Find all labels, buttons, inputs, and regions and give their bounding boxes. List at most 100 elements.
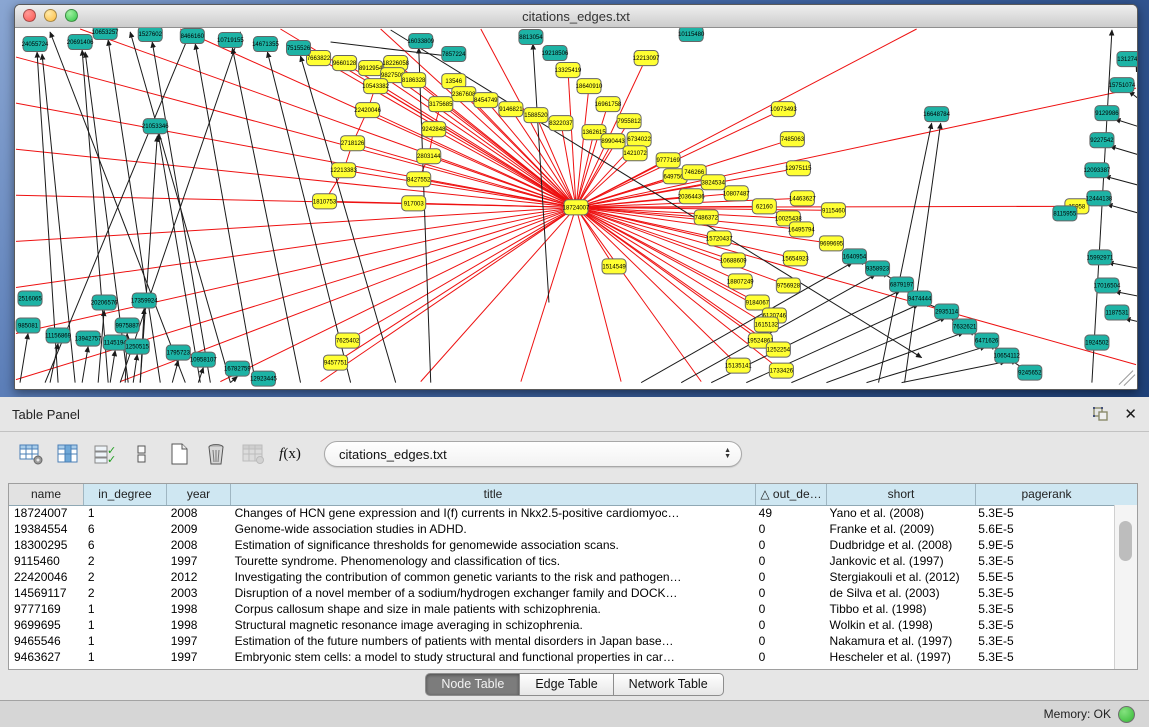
- window-resize-grip[interactable]: [1119, 371, 1135, 386]
- graph-node[interactable]: 7632621: [953, 319, 977, 334]
- graph-node[interactable]: 7485063: [780, 132, 804, 147]
- graph-node[interactable]: 9227542: [1090, 133, 1114, 148]
- graph-node[interactable]: 7955812: [617, 114, 641, 129]
- graph-node[interactable]: 15135141: [725, 358, 752, 373]
- graph-node[interactable]: 16033809: [407, 34, 434, 49]
- graph-node[interactable]: 8427552: [407, 172, 431, 187]
- graph-node[interactable]: 12444138: [1086, 191, 1113, 206]
- graph-node[interactable]: 15720437: [706, 231, 733, 246]
- graph-node[interactable]: 9756928: [776, 278, 800, 293]
- graph-node[interactable]: 1250515: [125, 339, 149, 354]
- zoom-window-button[interactable]: [65, 9, 78, 22]
- network-window-titlebar[interactable]: citations_edges.txt: [15, 5, 1137, 28]
- graph-node[interactable]: 1640954: [842, 249, 866, 264]
- graph-node[interactable]: 1312744: [1117, 52, 1137, 67]
- graph-node[interactable]: 16961758: [595, 97, 622, 112]
- graph-node[interactable]: 1733426: [769, 363, 793, 378]
- graph-node[interactable]: 18640910: [576, 79, 603, 94]
- table-row[interactable]: 1830029562008Estimation of significance …: [9, 537, 1115, 553]
- column-header-title[interactable]: title: [230, 484, 755, 505]
- graph-node[interactable]: 9457751: [324, 355, 348, 370]
- graph-node[interactable]: 8322037: [549, 116, 573, 131]
- graph-node[interactable]: 1514549: [602, 259, 626, 274]
- graph-node[interactable]: 8990443: [601, 134, 625, 149]
- graph-node[interactable]: 7857224: [442, 47, 466, 62]
- close-panel-icon[interactable]: ✕: [1124, 407, 1137, 422]
- graph-node[interactable]: 985081: [16, 318, 40, 333]
- graph-node[interactable]: 10958107: [190, 352, 217, 367]
- column-header-pagerank[interactable]: pagerank: [975, 484, 1117, 505]
- graph-node[interactable]: 9242848: [422, 122, 446, 137]
- graph-node[interactable]: 7515526: [286, 41, 310, 56]
- table-row[interactable]: 1938455462009Genome-wide association stu…: [9, 521, 1115, 537]
- graph-node[interactable]: 18807249: [727, 274, 754, 289]
- graph-node[interactable]: 3175685: [429, 97, 453, 112]
- graph-node[interactable]: 24055724: [22, 37, 49, 52]
- graph-node[interactable]: 17016504: [1094, 278, 1121, 293]
- table-row[interactable]: 969969511998Structural magnetic resonanc…: [9, 617, 1115, 633]
- tab-edge-table[interactable]: Edge Table: [520, 673, 613, 696]
- column-header-out_de[interactable]: △ out_de…: [755, 484, 826, 505]
- row-height-icon[interactable]: [127, 440, 157, 468]
- graph-node[interactable]: 9975887: [115, 318, 139, 333]
- graph-node[interactable]: 10807487: [723, 186, 750, 201]
- graph-node[interactable]: 10688609: [720, 253, 747, 268]
- graph-node[interactable]: 12923445: [250, 371, 277, 386]
- graph-node[interactable]: 12093387: [1084, 163, 1111, 178]
- graph-node[interactable]: 9474444: [908, 291, 932, 306]
- graph-node[interactable]: 12213383: [330, 163, 357, 178]
- graph-node[interactable]: 15751074: [1109, 78, 1136, 93]
- graph-node[interactable]: 17359924: [131, 293, 158, 308]
- network-graph-canvas[interactable]: 18724007 7663822 9660128 8912954 1822605…: [15, 28, 1137, 390]
- graph-node[interactable]: 11156869: [45, 328, 71, 343]
- float-panel-icon[interactable]: [1092, 406, 1110, 422]
- graph-node[interactable]: 22420046: [354, 103, 381, 118]
- graph-node[interactable]: 1252254: [766, 342, 790, 357]
- graph-node[interactable]: 15654923: [782, 251, 809, 266]
- graph-node[interactable]: 13942757: [75, 331, 102, 346]
- graph-node[interactable]: 2803144: [417, 149, 441, 164]
- graph-node[interactable]: 16648784: [923, 107, 950, 122]
- graph-node[interactable]: 1795723: [166, 345, 190, 360]
- table-row[interactable]: 1456911722003Disruption of a novel membe…: [9, 585, 1115, 601]
- graph-node[interactable]: 20206576: [91, 295, 118, 310]
- graph-node[interactable]: 9146821: [499, 102, 523, 117]
- graph-node[interactable]: 7486372: [694, 210, 718, 225]
- column-header-in_degree[interactable]: in_degree: [83, 484, 166, 505]
- graph-node[interactable]: 3824534: [701, 175, 725, 190]
- graph-node[interactable]: 15992971: [1087, 250, 1114, 265]
- graph-node[interactable]: 9129986: [1095, 106, 1119, 121]
- table-row[interactable]: 911546021997Tourette syndrome. Phenomeno…: [9, 553, 1115, 569]
- graph-node[interactable]: 8115955: [1053, 206, 1077, 221]
- graph-node[interactable]: 12213097: [633, 51, 660, 66]
- graph-node[interactable]: 9660128: [333, 56, 357, 71]
- graph-node[interactable]: 8454749: [474, 93, 498, 108]
- column-header-name[interactable]: name: [9, 484, 83, 505]
- graph-node[interactable]: 2935114: [935, 304, 959, 319]
- minimize-window-button[interactable]: [44, 9, 57, 22]
- graph-node[interactable]: 1588520: [524, 108, 548, 123]
- tab-node-table[interactable]: Node Table: [425, 673, 520, 696]
- graph-node[interactable]: 1187531: [1105, 305, 1129, 320]
- show-columns-icon[interactable]: [53, 440, 83, 468]
- graph-node[interactable]: 20691406: [67, 35, 94, 50]
- table-row[interactable]: 2242004622012Investigating the contribut…: [9, 569, 1115, 585]
- graph-node[interactable]: 1924502: [1085, 335, 1109, 350]
- graph-node[interactable]: 917003: [402, 196, 426, 211]
- graph-node[interactable]: 2367608: [452, 87, 476, 102]
- graph-node[interactable]: 62160: [752, 199, 776, 214]
- column-header-short[interactable]: short: [826, 484, 975, 505]
- scrollbar-thumb[interactable]: [1119, 521, 1132, 561]
- graph-node[interactable]: 6879197: [890, 277, 914, 292]
- delete-rows-trash-icon[interactable]: [201, 440, 231, 468]
- graph-node[interactable]: 1527602: [138, 28, 162, 42]
- column-header-year[interactable]: year: [166, 484, 230, 505]
- graph-node[interactable]: 9699695: [819, 236, 843, 251]
- table-row[interactable]: 1872400712008Changes of HCN gene express…: [9, 505, 1115, 521]
- graph-node[interactable]: 10543382: [362, 79, 389, 94]
- graph-node[interactable]: 19218506: [542, 46, 569, 61]
- graph-node[interactable]: 8813054: [519, 30, 543, 45]
- table-vertical-scrollbar[interactable]: [1114, 505, 1137, 669]
- graph-node[interactable]: 2718126: [341, 136, 365, 151]
- table-row[interactable]: 946362711997Embryonic stem cells: a mode…: [9, 649, 1115, 665]
